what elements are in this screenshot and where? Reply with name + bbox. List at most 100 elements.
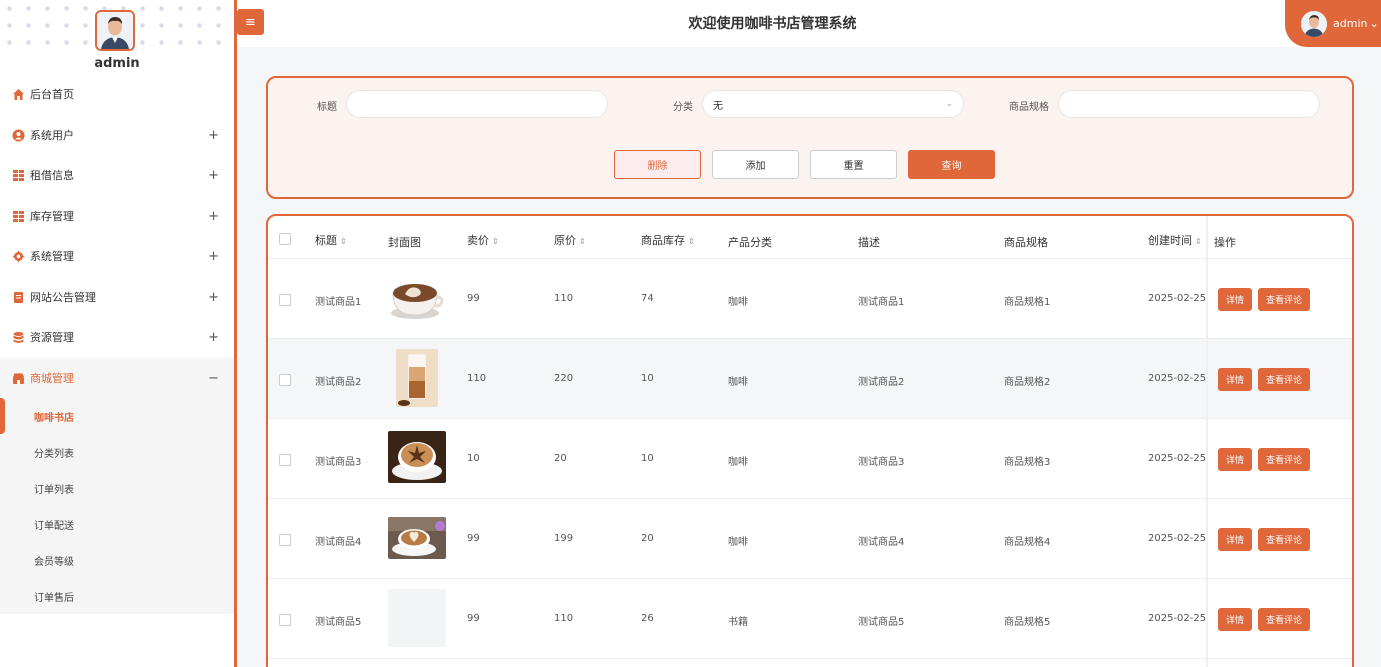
expand-icon: + — [208, 289, 219, 305]
sidebar-item-label: 商城管理 — [30, 372, 74, 385]
sort-icon: ⇕ — [579, 237, 586, 246]
search-panel: 标题 分类 无 ⌄ 商品规格 删除 添加 重置 查询 — [266, 76, 1354, 199]
cell-spec: 商品规格2 — [1004, 377, 1051, 388]
row-checkbox[interactable] — [279, 534, 291, 546]
cell-stock: 10 — [641, 453, 654, 464]
cell-description: 测试商品5 — [858, 617, 905, 628]
cover-image — [388, 517, 446, 559]
cell-title: 测试商品3 — [315, 457, 362, 468]
detail-button[interactable]: 详情 — [1218, 608, 1252, 631]
home-icon — [13, 88, 24, 100]
sidebar-subitem-after-sales[interactable]: 订单售后 — [0, 578, 234, 614]
cell-price: 10 — [467, 453, 480, 464]
cell-created: 2025-02-25 — [1148, 613, 1207, 624]
view-reviews-button[interactable]: 查看评论 — [1258, 528, 1310, 551]
column-header-stock[interactable]: 商品库存 ⇕ — [641, 232, 695, 248]
database-icon — [13, 331, 24, 343]
sidebar-subitem-order-list[interactable]: 订单列表 — [0, 470, 234, 506]
sidebar-item-system-settings[interactable]: 系统管理 + — [0, 236, 234, 276]
sidebar-item-announcements[interactable]: 网站公告管理 + — [0, 277, 234, 317]
cell-description: 测试商品1 — [858, 297, 905, 308]
view-reviews-button[interactable]: 查看评论 — [1258, 448, 1310, 471]
row-checkbox[interactable] — [279, 454, 291, 466]
shop-icon — [13, 373, 24, 384]
cell-description: 测试商品4 — [858, 537, 905, 548]
delete-button[interactable]: 删除 — [614, 150, 701, 179]
table-row: 测试商品1 99 110 74 咖啡 测试商品1 商品规格1 2025-02-2… — [268, 259, 1352, 339]
user-menu[interactable]: admin ⌄ — [1285, 0, 1381, 47]
sidebar-item-shop[interactable]: 商城管理 − — [0, 358, 234, 398]
sidebar-user-name: admin — [94, 56, 140, 71]
cell-description: 测试商品2 — [858, 377, 905, 388]
cell-original-price: 110 — [554, 613, 574, 624]
detail-button[interactable]: 详情 — [1218, 288, 1252, 311]
grid-icon — [13, 210, 24, 222]
spec-filter-input[interactable] — [1058, 90, 1320, 118]
select-all-checkbox[interactable] — [279, 233, 291, 245]
view-reviews-button[interactable]: 查看评论 — [1258, 288, 1310, 311]
cell-price: 99 — [467, 293, 480, 304]
cell-category: 咖啡 — [728, 297, 748, 308]
cell-spec: 商品规格1 — [1004, 297, 1051, 308]
sidebar-item-resources[interactable]: 资源管理 + — [0, 317, 234, 357]
menu-toggle-button[interactable]: ≡ — [237, 9, 264, 35]
sidebar-subitem-coffee-bookstore[interactable]: 咖啡书店 — [0, 398, 234, 434]
cell-title: 测试商品2 — [315, 377, 362, 388]
sidebar: admin 后台首页 系统用户 + 租借信息 + 库存管理 + 系统管理 + 网… — [0, 0, 234, 667]
detail-button[interactable]: 详情 — [1218, 448, 1252, 471]
sidebar-item-inventory[interactable]: 库存管理 + — [0, 196, 234, 236]
view-reviews-button[interactable]: 查看评论 — [1258, 608, 1310, 631]
sidebar-item-rental-info[interactable]: 租借信息 + — [0, 155, 234, 195]
cell-title: 测试商品1 — [315, 297, 362, 308]
table-row: 测试商品3 10 20 10 咖啡 测试商品3 商品规格3 2025-02-25… — [268, 419, 1352, 499]
column-header-price[interactable]: 卖价 ⇕ — [467, 232, 499, 248]
sort-icon: ⇕ — [1195, 237, 1202, 246]
expand-icon: + — [208, 248, 219, 264]
column-header-created[interactable]: 创建时间 ⇕ — [1148, 232, 1202, 248]
cell-original-price: 220 — [554, 373, 574, 384]
cover-image — [388, 589, 446, 647]
sidebar-item-system-users[interactable]: 系统用户 + — [0, 115, 234, 155]
column-header-title[interactable]: 标题 ⇕ — [315, 232, 347, 248]
cover-image — [388, 269, 446, 327]
column-header-spec: 商品规格 — [1004, 236, 1048, 249]
collapse-icon: − — [208, 370, 219, 386]
sidebar-subitem-category-list[interactable]: 分类列表 — [0, 434, 234, 470]
sort-icon: ⇕ — [688, 237, 695, 246]
sidebar-subitem-member-level[interactable]: 会员等级 — [0, 542, 234, 578]
user-menu-label: admin — [1333, 17, 1368, 30]
reset-button[interactable]: 重置 — [810, 150, 897, 179]
table-row: 测试商品2 110 220 10 咖啡 测试商品2 商品规格2 2025-02-… — [268, 339, 1352, 419]
detail-button[interactable]: 详情 — [1218, 368, 1252, 391]
chevron-down-icon: ⌄ — [1369, 17, 1379, 30]
sort-icon: ⇕ — [340, 237, 347, 246]
document-icon — [14, 291, 23, 303]
cell-title: 测试商品4 — [315, 537, 362, 548]
view-reviews-button[interactable]: 查看评论 — [1258, 368, 1310, 391]
category-selected-value: 无 — [713, 100, 723, 112]
sidebar-item-home[interactable]: 后台首页 — [0, 74, 234, 114]
expand-icon: + — [208, 167, 219, 183]
title-filter-input[interactable] — [346, 90, 608, 118]
row-checkbox[interactable] — [279, 294, 291, 306]
query-button[interactable]: 查询 — [908, 150, 995, 179]
column-header-cover: 封面图 — [388, 236, 421, 249]
cell-created: 2025-02-25 — [1148, 293, 1207, 304]
title-filter-label: 标题 — [317, 102, 337, 113]
sidebar-item-label: 库存管理 — [30, 210, 74, 223]
sort-icon: ⇕ — [492, 237, 499, 246]
sidebar-subitem-order-delivery[interactable]: 订单配送 — [0, 506, 234, 542]
cell-price: 99 — [467, 613, 480, 624]
row-checkbox[interactable] — [279, 614, 291, 626]
detail-button[interactable]: 详情 — [1218, 528, 1252, 551]
cell-spec: 商品规格5 — [1004, 617, 1051, 628]
sidebar-item-label: 网站公告管理 — [30, 291, 96, 304]
column-header-original-price[interactable]: 原价 ⇕ — [554, 232, 586, 248]
cover-image — [396, 349, 438, 407]
active-indicator — [0, 398, 5, 434]
row-checkbox[interactable] — [279, 374, 291, 386]
add-button[interactable]: 添加 — [712, 150, 799, 179]
category-filter-select[interactable]: 无 ⌄ — [702, 90, 964, 118]
column-header-category: 产品分类 — [728, 236, 772, 249]
cell-spec: 商品规格4 — [1004, 537, 1051, 548]
